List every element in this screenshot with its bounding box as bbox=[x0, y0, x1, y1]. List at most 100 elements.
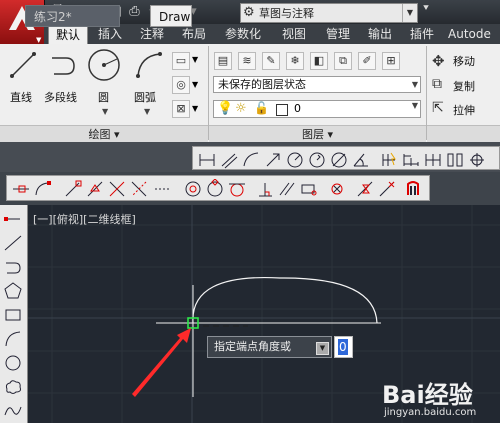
tolerance-icon[interactable] bbox=[445, 150, 465, 170]
circle-dropdown-icon[interactable]: ▼ bbox=[102, 107, 108, 116]
move-label[interactable]: 移动 bbox=[453, 53, 475, 69]
chevron-down-icon[interactable]: ▼ bbox=[192, 104, 198, 113]
prompt-options-dropdown-icon[interactable]: ▼ bbox=[316, 342, 329, 355]
stretch-icon[interactable]: ⇱ bbox=[432, 100, 444, 116]
baseline-icon[interactable] bbox=[401, 150, 421, 170]
tab-insert[interactable]: 插入 bbox=[92, 24, 128, 44]
temporary-track-icon[interactable] bbox=[11, 179, 31, 199]
sun-icon[interactable]: ☼ bbox=[235, 101, 247, 116]
arc-label[interactable]: 圆弧 bbox=[134, 89, 156, 105]
tab-plugins[interactable]: 插件 bbox=[404, 24, 440, 44]
revision-cloud-icon[interactable] bbox=[3, 377, 23, 397]
watermark-url: jingyan.baidu.com bbox=[384, 407, 477, 418]
layer-walk-icon[interactable]: ✐ bbox=[358, 52, 376, 70]
layer-state-text: 未保存的图层状态 bbox=[218, 78, 306, 91]
polyline-tool-icon[interactable] bbox=[3, 257, 23, 277]
angle-input-field[interactable]: 0 bbox=[334, 336, 353, 358]
polyline-label[interactable]: 多段线 bbox=[44, 89, 77, 105]
linear-dimension-icon[interactable] bbox=[197, 150, 217, 170]
unlock-icon[interactable]: 🔓 bbox=[254, 101, 269, 115]
quick-dimension-icon[interactable] bbox=[379, 150, 399, 170]
plot-icon[interactable]: ⎙ bbox=[126, 3, 143, 20]
arc-entity[interactable] bbox=[192, 276, 378, 324]
layer-state-dropdown[interactable]: 未保存的图层状态 ▼ bbox=[213, 76, 421, 93]
layer-off-icon[interactable]: ◧ bbox=[310, 52, 328, 70]
tab-manage[interactable]: 管理 bbox=[320, 24, 356, 44]
aligned-dimension-icon[interactable] bbox=[219, 150, 239, 170]
draw-toolbar-vertical bbox=[0, 205, 28, 423]
nearest-icon[interactable] bbox=[355, 179, 375, 199]
intersection-icon[interactable] bbox=[107, 179, 127, 199]
parallel-icon[interactable] bbox=[277, 179, 297, 199]
quick-access-more-icon[interactable]: ⯆ bbox=[419, 3, 433, 20]
line-tool-icon[interactable] bbox=[3, 209, 23, 229]
snap-from-icon[interactable] bbox=[33, 179, 53, 199]
line-label[interactable]: 直线 bbox=[10, 89, 32, 105]
workspace-switcher[interactable]: ⚙ 草图与注释 ▼ bbox=[240, 3, 418, 23]
rectangle-tool-icon[interactable] bbox=[3, 305, 23, 325]
copy-label[interactable]: 复制 bbox=[453, 78, 475, 94]
prompt-text: 指定端点角度或 bbox=[214, 340, 291, 353]
continue-icon[interactable] bbox=[423, 150, 443, 170]
layer-match-icon[interactable]: ✎ bbox=[262, 52, 280, 70]
arc-icon[interactable] bbox=[134, 50, 164, 80]
stretch-label[interactable]: 拉伸 bbox=[453, 102, 475, 118]
viewport-controls-label[interactable]: [一][俯视][二维线框] bbox=[33, 211, 136, 227]
snap-none-icon[interactable] bbox=[377, 179, 397, 199]
polygon-tool-icon[interactable] bbox=[3, 281, 23, 301]
xline-tool-icon[interactable] bbox=[3, 233, 23, 253]
tangent-icon[interactable] bbox=[227, 179, 247, 199]
circle-tool-icon[interactable] bbox=[3, 353, 23, 373]
arc-length-icon[interactable] bbox=[241, 150, 261, 170]
spline-tool-icon[interactable] bbox=[3, 401, 23, 421]
osnap-settings-icon[interactable] bbox=[403, 179, 423, 199]
chevron-down-icon[interactable]: ▼ bbox=[402, 4, 417, 22]
draw-panel-title[interactable]: 绘图 ▾ bbox=[0, 125, 208, 143]
ordinate-icon[interactable] bbox=[263, 150, 283, 170]
layer-merge-icon[interactable]: ⊞ bbox=[382, 52, 400, 70]
ellipse-icon[interactable]: ◎ bbox=[172, 76, 190, 94]
tab-output[interactable]: 输出 bbox=[362, 24, 398, 44]
layer-lock-icon[interactable]: ⧉ bbox=[334, 52, 352, 70]
jogged-icon[interactable] bbox=[307, 150, 327, 170]
arc-dropdown-icon[interactable]: ▼ bbox=[144, 107, 150, 116]
circle-icon[interactable] bbox=[86, 47, 122, 83]
line-icon[interactable] bbox=[8, 50, 38, 80]
chevron-down-icon[interactable]: ▼ bbox=[192, 55, 198, 64]
rectangle-icon[interactable]: ▭ bbox=[172, 52, 190, 70]
center-icon[interactable] bbox=[183, 179, 203, 199]
file-tab-1[interactable]: 练习2* bbox=[25, 5, 120, 27]
hatch-icon[interactable]: ⊠ bbox=[172, 100, 190, 118]
tab-parametric[interactable]: 参数化 bbox=[218, 24, 268, 44]
layers-panel-title[interactable]: 图层 ▾ bbox=[209, 125, 426, 143]
polyline-icon[interactable] bbox=[48, 50, 80, 80]
angular-icon[interactable] bbox=[351, 150, 371, 170]
node-icon[interactable] bbox=[327, 179, 347, 199]
insert-icon[interactable] bbox=[299, 179, 319, 199]
extension-icon[interactable] bbox=[153, 179, 173, 199]
diameter-icon[interactable] bbox=[329, 150, 349, 170]
apparent-intersection-icon[interactable] bbox=[129, 179, 149, 199]
center-mark-icon[interactable] bbox=[467, 150, 487, 170]
layer-dropdown[interactable]: 💡 ☼ 🔓 0 ▼ bbox=[213, 100, 421, 118]
layer-freeze-icon[interactable]: ❄ bbox=[286, 52, 304, 70]
tab-autodesk[interactable]: Autode bbox=[448, 24, 500, 44]
circle-label[interactable]: 圆 bbox=[98, 89, 109, 105]
move-icon[interactable]: ✥ bbox=[432, 52, 445, 70]
copy-icon[interactable]: ⧉ bbox=[432, 76, 442, 92]
draw-panel-title-text: 绘图 bbox=[88, 128, 111, 141]
chevron-down-icon[interactable]: ▼ bbox=[192, 80, 198, 89]
radius-icon[interactable] bbox=[285, 150, 305, 170]
file-tab-2[interactable]: Draw bbox=[150, 5, 192, 27]
layer-properties-icon[interactable]: ▤ bbox=[214, 52, 232, 70]
tab-view[interactable]: 视图 bbox=[276, 24, 312, 44]
quadrant-icon[interactable] bbox=[205, 179, 225, 199]
midpoint-icon[interactable] bbox=[85, 179, 105, 199]
layer-isolate-icon[interactable]: ≋ bbox=[238, 52, 256, 70]
arc-tool-icon[interactable] bbox=[3, 329, 23, 349]
lightbulb-icon[interactable]: 💡 bbox=[217, 101, 233, 116]
file-tab-2-label: Draw bbox=[159, 10, 191, 24]
object-snap-toolbar bbox=[6, 175, 430, 201]
perpendicular-icon[interactable] bbox=[255, 179, 275, 199]
endpoint-icon[interactable] bbox=[63, 179, 83, 199]
